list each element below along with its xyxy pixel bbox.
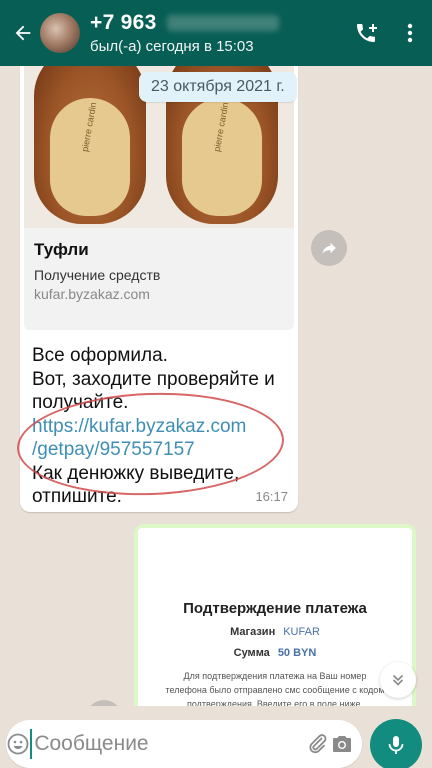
emoji-button[interactable]	[6, 732, 30, 756]
scroll-down-button[interactable]	[380, 662, 416, 698]
forward-button[interactable]	[311, 230, 347, 266]
doc-shop-row: Магазин KUFAR	[230, 626, 320, 638]
message-line: Все оформила.	[32, 345, 168, 366]
message-line: Вот, заходите проверяйте и	[32, 368, 275, 390]
doc-note: Для подтверждения платежа на Ваш номер т…	[165, 671, 385, 706]
outgoing-message[interactable]: Подтверждение платежа Магазин KUFAR Сумм…	[134, 524, 416, 706]
doc-shop-label: Магазин	[230, 626, 276, 638]
message-composer	[6, 720, 362, 768]
forward-button[interactable]	[86, 700, 122, 706]
message-line: получайте.	[32, 392, 129, 413]
forward-icon	[322, 242, 336, 254]
camera-button[interactable]	[330, 732, 354, 756]
shoe-left: pierre cardin	[34, 66, 146, 224]
arrow-back-icon	[15, 25, 31, 41]
message-input[interactable]	[30, 729, 306, 759]
incoming-message[interactable]: pierre cardin pierre cardin Туфли Получе…	[15, 66, 298, 512]
doc-sum-row: Сумма 50 BYN	[234, 647, 317, 659]
redacted-number	[166, 15, 279, 31]
double-chevron-down-icon	[392, 674, 404, 686]
contact-phone: +7 963	[90, 11, 157, 34]
payment-screenshot[interactable]: Подтверждение платежа Магазин KUFAR Сумм…	[138, 528, 412, 706]
message-line: Как денюжку выведите,	[32, 462, 240, 484]
preview-domain: kufar.byzakaz.com	[34, 286, 150, 302]
preview-description: Получение средств	[34, 267, 161, 283]
preview-title: Туфли	[34, 240, 89, 259]
add-call-icon	[357, 24, 377, 42]
emoji-icon	[7, 733, 29, 755]
message-text: Все оформила. Вот, заходите проверяйте и…	[32, 344, 292, 509]
last-seen-status: был(-а) сегодня в 15:03	[90, 38, 254, 55]
message-line: отпишите.	[32, 486, 122, 507]
link-preview[interactable]: Туфли Получение средств kufar.byzakaz.co…	[24, 228, 294, 330]
chat-area[interactable]: pierre cardin pierre cardin Туфли Получе…	[0, 66, 432, 706]
paperclip-icon	[309, 734, 327, 754]
message-link[interactable]: /getpay/957557157	[32, 438, 292, 462]
doc-title: Подтверждение платежа	[183, 600, 367, 617]
doc-sum-label: Сумма	[233, 647, 270, 659]
doc-shop-value: KUFAR	[283, 626, 320, 638]
voice-message-button[interactable]	[370, 719, 422, 768]
more-vert-icon	[407, 23, 413, 43]
contact-name: +7 963	[90, 11, 344, 35]
menu-button[interactable]	[388, 21, 432, 45]
message-time: 16:17	[255, 489, 288, 504]
camera-icon	[332, 736, 351, 752]
contact-info[interactable]: +7 963 был(-а) сегодня в 15:03	[90, 11, 344, 55]
add-call-button[interactable]	[344, 21, 388, 45]
avatar[interactable]	[40, 13, 80, 53]
back-button[interactable]	[8, 22, 38, 44]
chat-header: +7 963 был(-а) сегодня в 15:03	[0, 0, 432, 66]
doc-sum-value: 50 BYN	[277, 647, 317, 659]
message-link[interactable]: https://kufar.byzakaz.com	[32, 415, 292, 439]
attach-button[interactable]	[305, 732, 329, 756]
date-chip: 23 октября 2021 г.	[139, 72, 297, 102]
microphone-icon	[388, 736, 404, 754]
